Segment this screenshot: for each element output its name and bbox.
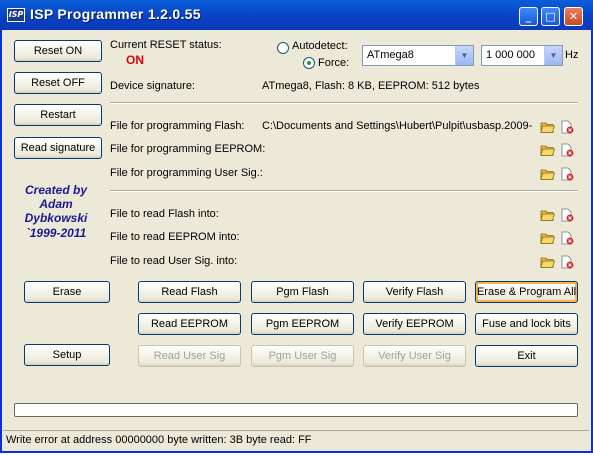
- pgm-flash-button[interactable]: Pgm Flash: [251, 281, 354, 303]
- folder-open-icon[interactable]: [540, 207, 556, 221]
- verify-eeprom-button[interactable]: Verify EEPROM: [363, 313, 466, 335]
- signature-value: ATmega8, Flash: 8 KB, EEPROM: 512 bytes: [262, 80, 480, 92]
- window-title: ISP Programmer 1.2.0.55: [30, 6, 201, 22]
- autodetect-label: Autodetect:: [292, 40, 348, 52]
- folder-open-icon[interactable]: [540, 119, 556, 133]
- progress-bar: [14, 403, 578, 417]
- clear-file-icon[interactable]: [560, 119, 575, 134]
- minimize-button[interactable]: _: [519, 7, 538, 26]
- chevron-down-icon: ▼: [544, 46, 562, 65]
- clear-file-icon[interactable]: [560, 166, 575, 181]
- read-eeprom-button[interactable]: Read EEPROM: [138, 313, 241, 335]
- usersig-file-label: File for programming User Sig.:: [110, 167, 263, 179]
- chevron-down-icon: ▼: [455, 46, 473, 65]
- folder-open-icon[interactable]: [540, 166, 556, 180]
- read-signature-button[interactable]: Read signature: [14, 137, 102, 159]
- read-usersig-file-label: File to read User Sig. into:: [110, 255, 238, 267]
- folder-open-icon[interactable]: [540, 142, 556, 156]
- read-eeprom-file-label: File to read EEPROM into:: [110, 231, 240, 243]
- reset-status-label: Current RESET status:: [110, 39, 222, 51]
- erase-button[interactable]: Erase: [24, 281, 110, 303]
- reset-status-value: ON: [126, 53, 144, 67]
- read-user-sig-button: Read User Sig: [138, 345, 241, 367]
- read-flash-button[interactable]: Read Flash: [138, 281, 241, 303]
- app-icon: ISP: [7, 8, 25, 22]
- chip-select-value: ATmega8: [367, 49, 414, 61]
- frequency-select-value: 1 000 000: [486, 49, 535, 61]
- reset-off-button[interactable]: Reset OFF: [14, 72, 102, 94]
- clear-file-icon[interactable]: [560, 230, 575, 245]
- status-text: Write error at address 00000000 byte wri…: [6, 434, 312, 446]
- verify-user-sig-button: Verify User Sig: [363, 345, 466, 367]
- clear-file-icon[interactable]: [560, 254, 575, 269]
- verify-flash-button[interactable]: Verify Flash: [363, 281, 466, 303]
- chip-select[interactable]: ATmega8 ▼: [362, 45, 474, 66]
- force-label: Force:: [318, 57, 350, 69]
- frequency-unit: Hz: [565, 49, 579, 61]
- status-bar: Write error at address 00000000 byte wri…: [3, 430, 589, 449]
- erase-program-all-button[interactable]: Erase & Program All: [475, 281, 578, 303]
- setup-button[interactable]: Setup: [24, 344, 110, 366]
- exit-button[interactable]: Exit: [475, 345, 578, 367]
- folder-open-icon[interactable]: [540, 254, 556, 268]
- autodetect-radio[interactable]: [277, 42, 289, 54]
- title-bar[interactable]: ISP ISP Programmer 1.2.0.55 _ □ ✕: [0, 0, 593, 30]
- separator: [110, 190, 578, 192]
- flash-file-label: File for programming Flash:: [110, 120, 245, 132]
- reset-on-button[interactable]: Reset ON: [14, 40, 102, 62]
- credit-line-4: `1999-2011: [25, 226, 87, 240]
- flash-file-path[interactable]: C:\Documents and Settings\Hubert\Pulpit\…: [262, 120, 534, 132]
- fuse-lock-bits-button[interactable]: Fuse and lock bits: [475, 313, 578, 335]
- folder-open-icon[interactable]: [540, 230, 556, 244]
- pgm-user-sig-button: Pgm User Sig: [251, 345, 354, 367]
- separator: [110, 102, 578, 104]
- clear-file-icon[interactable]: [560, 142, 575, 157]
- clear-file-icon[interactable]: [560, 207, 575, 222]
- credit-line-1: Created by: [24, 183, 88, 197]
- close-button[interactable]: ✕: [564, 7, 583, 26]
- frequency-select[interactable]: 1 000 000 ▼: [481, 45, 563, 66]
- credit-line-3: Dybkowski: [24, 211, 88, 225]
- eeprom-file-label: File for programming EEPROM:: [110, 143, 266, 155]
- pgm-eeprom-button[interactable]: Pgm EEPROM: [251, 313, 354, 335]
- maximize-button[interactable]: □: [541, 7, 560, 26]
- signature-label: Device signature:: [110, 80, 195, 92]
- force-radio[interactable]: [303, 57, 315, 69]
- restart-button[interactable]: Restart: [14, 104, 102, 126]
- read-flash-file-label: File to read Flash into:: [110, 208, 219, 220]
- credit-line-2: Adam: [39, 197, 73, 211]
